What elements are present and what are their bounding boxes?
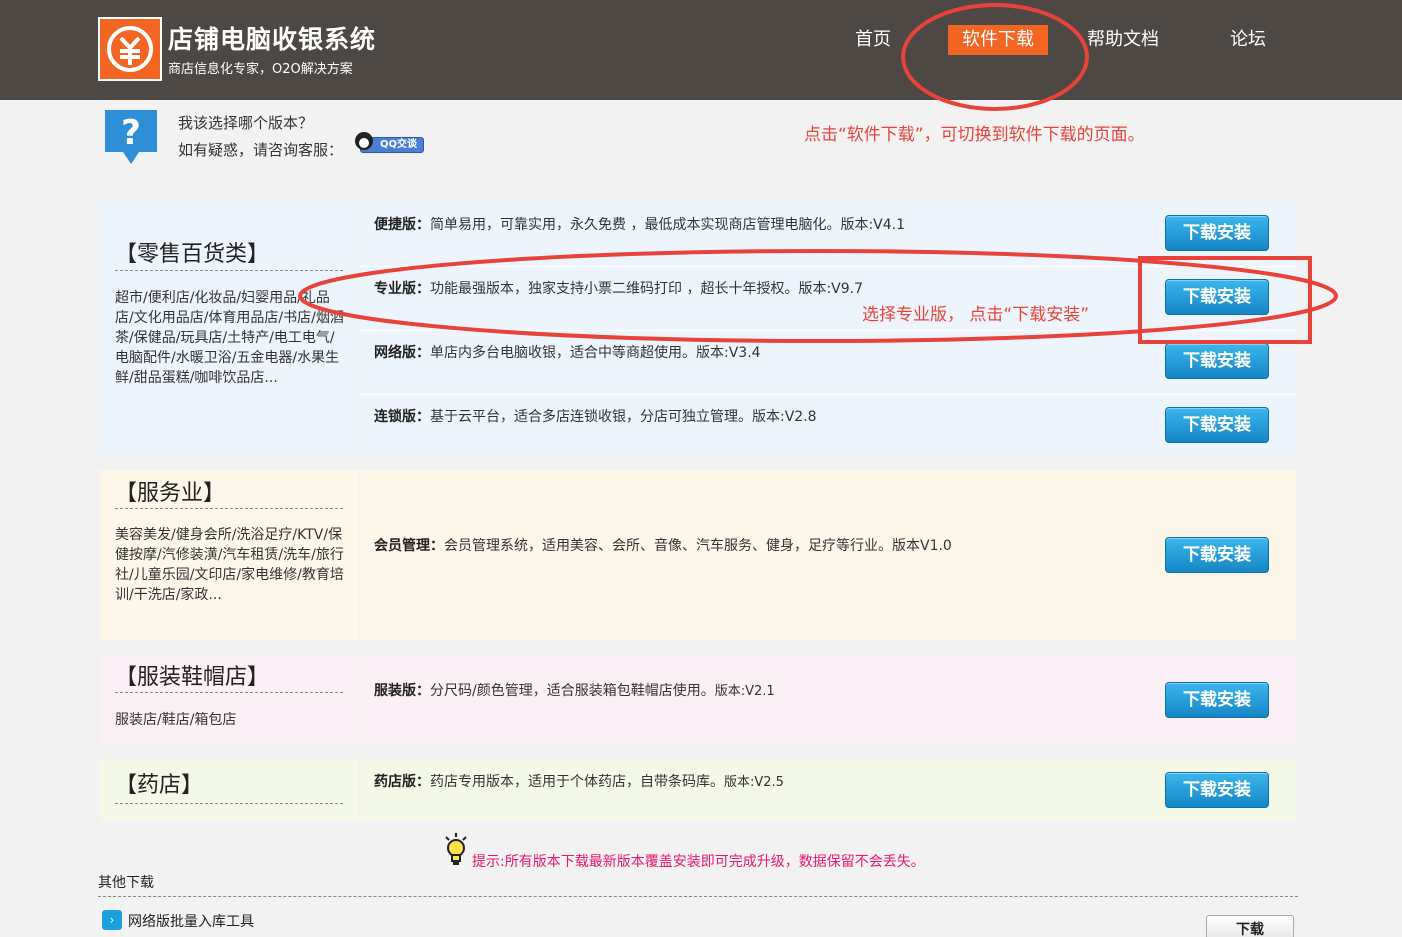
- edition-version: 版本:V2.5: [724, 775, 784, 790]
- download-install-button[interactable]: 下载安装: [1165, 407, 1269, 443]
- question-icon: ?: [105, 110, 157, 164]
- category-info: 【服务业】 美容美发/健身会所/洗浴足疗/KTV/保健按摩/汽修装潢/汽车租赁/…: [100, 470, 358, 640]
- edition-text: 功能最强版本，独家支持小票二维码打印 ，超长十年授权。版本:V9.7: [430, 281, 864, 297]
- nav-download[interactable]: 软件下载: [948, 25, 1048, 55]
- other-download-button[interactable]: 下载: [1206, 915, 1294, 937]
- edition-row: 专业版：功能最强版本，独家支持小票二维码打印 ，超长十年授权。版本:V9.7 下…: [360, 266, 1296, 330]
- lightbulb-icon: [445, 833, 467, 865]
- edition-list: 便捷版：简单易用，可靠实用，永久免费 ，最低成本实现商店管理电脑化。版本:V4.…: [360, 202, 1296, 456]
- brand-logo[interactable]: [98, 17, 162, 81]
- category-retail: 【零售百货类】 超市/便利店/化妆品/妇婴用品/礼品店/文化用品店/体育用品店/…: [100, 202, 1296, 456]
- qq-chat-button[interactable]: QQ交谈: [355, 132, 425, 154]
- edition-name: 网络版：: [374, 345, 430, 361]
- download-install-button[interactable]: 下载安装: [1165, 537, 1269, 573]
- category-desc: 服装店/鞋店/箱包店: [115, 712, 237, 728]
- edition-name: 便捷版：: [374, 217, 430, 233]
- category-title: 【服装鞋帽店】: [115, 665, 270, 690]
- edition-text: 基于云平台，适合多店连锁收银，分店可独立管理。版本:V2.8: [430, 409, 817, 425]
- download-install-button[interactable]: 下载安装: [1165, 772, 1269, 808]
- category-info: 【零售百货类】 超市/便利店/化妆品/妇婴用品/礼品店/文化用品店/体育用品店/…: [100, 202, 358, 456]
- edition-name: 专业版：: [374, 281, 430, 297]
- edition-list: 服装版：分尺码/颜色管理，适合服装箱包鞋帽店使用。版本:V2.1 下载安装: [360, 655, 1296, 745]
- edition-row: 网络版：单店内多台电脑收银，适合中等商超使用。版本:V3.4 下载安装: [360, 330, 1296, 394]
- other-downloads-title: 其他下载: [98, 875, 154, 891]
- category-desc: 美容美发/健身会所/洗浴足疗/KTV/保健按摩/汽修装潢/汽车租赁/洗车/旅行社…: [115, 527, 344, 603]
- help-question: 我该选择哪个版本？: [178, 114, 314, 132]
- annotation-pro-hint: 选择专业版， 点击“下载安装”: [862, 305, 1090, 325]
- category-title: 【服务业】: [115, 481, 226, 506]
- category-pharmacy: 【药店】 药店版：药店专用版本，适用于个体药店，自带条码库。版本:V2.5 下载…: [100, 759, 1296, 821]
- category-info: 【服装鞋帽店】 服装店/鞋店/箱包店: [100, 655, 358, 745]
- download-install-button[interactable]: 下载安装: [1165, 343, 1269, 379]
- edition-list: 药店版：药店专用版本，适用于个体药店，自带条码库。版本:V2.5 下载安装: [360, 759, 1296, 821]
- edition-row: 服装版：分尺码/颜色管理，适合服装箱包鞋帽店使用。版本:V2.1: [374, 680, 775, 700]
- download-install-button[interactable]: 下载安装: [1165, 215, 1269, 251]
- edition-row: 连锁版：基于云平台，适合多店连锁收银，分店可独立管理。版本:V2.8 下载安装: [360, 394, 1296, 458]
- brand-name: 店铺电脑收银系统: [168, 25, 377, 54]
- nav-forum[interactable]: 论坛: [1230, 25, 1266, 55]
- edition-row: 便捷版：简单易用，可靠实用，永久免费 ，最低成本实现商店管理电脑化。版本:V4.…: [360, 202, 1296, 266]
- edition-text: 分尺码/颜色管理，适合服装箱包鞋帽店使用。: [430, 683, 715, 699]
- arrow-right-icon: ›: [102, 910, 122, 930]
- edition-name: 药店版：: [374, 774, 430, 790]
- download-install-button[interactable]: 下载安装: [1165, 682, 1269, 718]
- category-title: 【零售百货类】: [115, 242, 270, 267]
- help-consult: 如有疑惑，请咨询客服：: [178, 141, 344, 159]
- other-download-item[interactable]: 网络版批量入库工具: [128, 911, 254, 931]
- svg-text:?: ?: [121, 113, 141, 153]
- edition-name: 连锁版：: [374, 409, 430, 425]
- edition-name: 服装版：: [374, 683, 430, 699]
- category-service: 【服务业】 美容美发/健身会所/洗浴足疗/KTV/保健按摩/汽修装潢/汽车租赁/…: [100, 470, 1296, 640]
- category-info: 【药店】: [100, 759, 358, 821]
- edition-row: 会员管理：会员管理系统，适用美容、会所、音像、汽车服务、健身，足疗等行业。版本V…: [374, 535, 952, 555]
- qq-penguin-icon: [355, 132, 373, 150]
- edition-text: 简单易用，可靠实用，永久免费 ，最低成本实现商店管理电脑化。版本:V4.1: [430, 217, 906, 233]
- category-apparel: 【服装鞋帽店】 服装店/鞋店/箱包店 服装版：分尺码/颜色管理，适合服装箱包鞋帽…: [100, 655, 1296, 745]
- edition-list: 会员管理：会员管理系统，适用美容、会所、音像、汽车服务、健身，足疗等行业。版本V…: [360, 470, 1296, 640]
- nav-home[interactable]: 首页: [855, 25, 891, 55]
- category-desc: 超市/便利店/化妆品/妇婴用品/礼品店/文化用品店/体育用品店/书店/烟酒茶/保…: [115, 290, 344, 386]
- brand-slogan: 商店信息化专家，O2O解决方案: [168, 62, 353, 77]
- edition-row: 药店版：药店专用版本，适用于个体药店，自带条码库。版本:V2.5: [374, 771, 784, 791]
- edition-name: 会员管理：: [374, 538, 444, 554]
- edition-text: 单店内多台电脑收银，适合中等商超使用。版本:V3.4: [430, 345, 761, 361]
- nav-help-docs[interactable]: 帮助文档: [1087, 25, 1159, 55]
- edition-text: 会员管理系统，适用美容、会所、音像、汽车服务、健身，足疗等行业。版本V1.0: [444, 538, 952, 554]
- annotation-nav-hint: 点击“软件下载”，可切换到软件下载的页面。: [804, 125, 1145, 145]
- upgrade-tip: 提示:所有版本下载最新版本覆盖安装即可完成升级，数据保留不会丢失。: [472, 854, 925, 870]
- yuan-coin-icon: [107, 26, 153, 72]
- edition-version: 版本:V2.1: [714, 684, 775, 699]
- edition-text: 药店专用版本，适用于个体药店，自带条码库。: [430, 774, 724, 790]
- top-header: 店铺电脑收银系统 商店信息化专家，O2O解决方案 首页 软件下载 帮助文档 论坛: [0, 0, 1402, 100]
- category-title: 【药店】: [115, 773, 204, 798]
- download-install-button[interactable]: 下载安装: [1165, 279, 1269, 315]
